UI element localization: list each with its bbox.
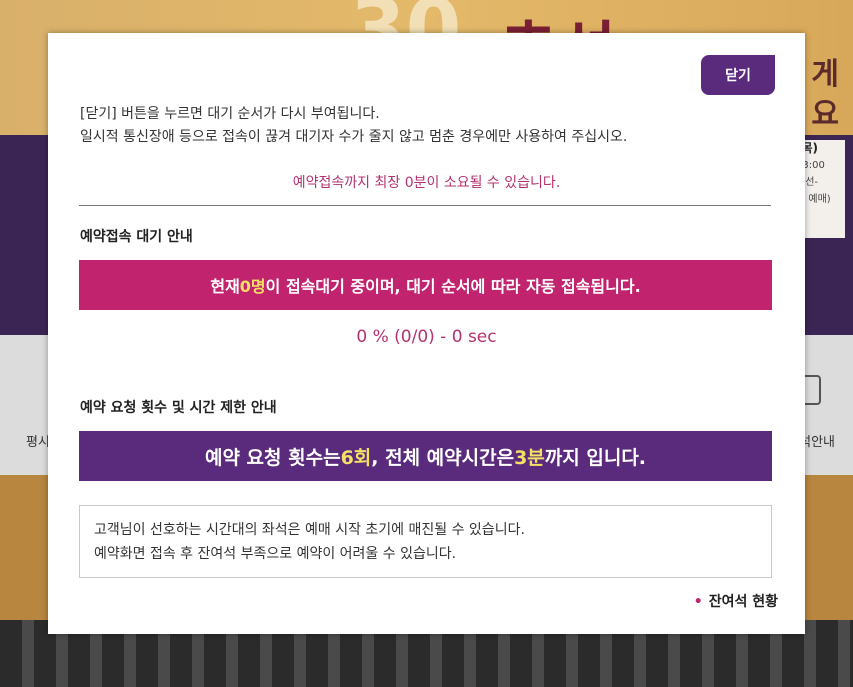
remaining-seats-link[interactable]: • 잔여석 현황 <box>694 591 778 611</box>
limit-section-title: 예약 요청 횟수 및 시간 제한 안내 <box>80 400 277 416</box>
notice-line: 일시적 통신장애 등으로 접속이 끊겨 대기자 수가 줄지 않고 멈춘 경우에만… <box>80 129 628 145</box>
queue-prefix: 현재 <box>210 277 240 296</box>
limit-text: 까지 입니다. <box>544 446 647 469</box>
info-line: 예약화면 접속 후 잔여석 부족으로 예약이 어려울 수 있습니다. <box>94 546 457 562</box>
max-wait-message: 예약접속까지 최장 0분이 소요될 수 있습니다. <box>292 175 561 191</box>
bullet-icon: • <box>693 594 703 610</box>
banner-right-text: 게 요 <box>811 55 839 135</box>
limit-time: 3분 <box>514 446 545 469</box>
queue-section-title: 예약접속 대기 안내 <box>80 229 193 245</box>
limit-text: 예약 요청 횟수는 <box>204 446 341 469</box>
close-button[interactable]: 닫기 <box>701 55 775 95</box>
queue-modal: 닫기 [닫기] 버튼을 누르면 대기 순서가 다시 부여됩니다. 일시적 통신장… <box>48 33 805 634</box>
limit-count: 6회 <box>340 446 372 469</box>
queue-status-bar: 현재 0명 이 접속대기 중이며, 대기 순서에 따라 자동 접속됩니다. <box>79 260 772 310</box>
menu-item-left[interactable]: 평시 <box>26 431 50 450</box>
seat-info-box: 고객님이 선호하는 시간대의 좌석은 예매 시작 초기에 매진될 수 있습니다.… <box>79 505 772 578</box>
queue-count: 0명 <box>239 277 266 296</box>
banner-right-line1: 게 <box>811 57 839 92</box>
divider <box>79 205 771 206</box>
limit-text: , 전체 예약시간은 <box>371 446 515 469</box>
banner-right-line2: 요 <box>811 97 839 132</box>
close-notice: [닫기] 버튼을 누르면 대기 순서가 다시 부여됩니다. 일시적 통신장애 등… <box>80 103 627 149</box>
background-tiny-text <box>2 517 4 533</box>
queue-suffix: 이 접속대기 중이며, 대기 순서에 따라 자동 접속됩니다. <box>265 277 641 296</box>
remaining-seats-label: 잔여석 현황 <box>708 594 778 610</box>
notice-line: [닫기] 버튼을 누르면 대기 순서가 다시 부여됩니다. <box>80 106 380 122</box>
limit-info-bar: 예약 요청 횟수는 6회 , 전체 예약시간은 3분 까지 입니다. <box>79 431 772 481</box>
info-line: 고객님이 선호하는 시간대의 좌석은 예매 시작 초기에 매진될 수 있습니다. <box>94 522 525 538</box>
queue-progress: 0 % (0/0) - 0 sec <box>356 327 497 347</box>
